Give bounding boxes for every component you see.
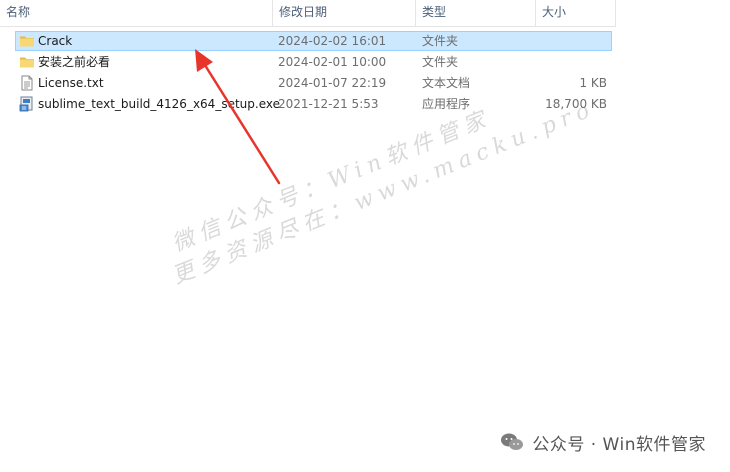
column-header-date-label: 修改日期	[279, 5, 328, 19]
column-header-size-label: 大小	[542, 5, 567, 19]
column-header-size[interactable]: 大小	[536, 0, 615, 26]
file-date: 2024-02-01 10:00	[278, 55, 387, 69]
file-size: 1 KB	[579, 76, 607, 90]
file-name: License.txt	[38, 76, 104, 90]
column-header: 名称 ˆ 修改日期 类型 大小	[0, 0, 616, 27]
file-date: 2024-02-02 16:01	[278, 34, 387, 48]
file-size: 18,700 KB	[545, 97, 607, 111]
file-name: Crack	[38, 34, 73, 48]
file-row-setup-exe[interactable]: sublime_text_build_4126_x64_setup.exe 20…	[15, 94, 612, 114]
watermark-line-2: 更多资源尽在：www.macku.pro	[168, 96, 599, 290]
file-type: 应用程序	[422, 97, 471, 111]
folder-icon	[20, 36, 34, 47]
file-row-license[interactable]: License.txt 2024-01-07 22:19 文本文档 1 KB	[15, 73, 612, 93]
folder-icon	[20, 57, 34, 68]
file-type: 文件夹	[422, 55, 459, 69]
sort-caret-icon: ˆ	[136, 0, 141, 5]
installer-icon	[19, 96, 33, 112]
file-date: 2021-12-21 5:53	[278, 97, 379, 111]
brand-text: 公众号 · Win软件管家	[532, 434, 706, 455]
file-explorer-window: 名称 ˆ 修改日期 类型 大小 Crack 2024-02-02 16:01 文…	[0, 0, 730, 472]
column-header-type[interactable]: 类型	[416, 0, 535, 26]
file-row-read-before-install[interactable]: 安装之前必看 2024-02-01 10:00 文件夹	[15, 52, 612, 72]
wechat-icon	[501, 433, 524, 450]
file-type: 文件夹	[422, 34, 459, 48]
file-date: 2024-01-07 22:19	[278, 76, 387, 90]
column-header-date[interactable]: 修改日期	[273, 0, 415, 26]
file-row-crack[interactable]: Crack 2024-02-02 16:01 文件夹	[15, 31, 612, 51]
file-name: 安装之前必看	[38, 55, 111, 69]
column-divider[interactable]	[615, 0, 616, 26]
column-header-type-label: 类型	[422, 5, 447, 19]
file-type: 文本文档	[422, 76, 471, 90]
text-file-icon	[21, 75, 33, 91]
file-name: sublime_text_build_4126_x64_setup.exe	[38, 97, 280, 111]
brand-footer: 公众号 · Win软件管家	[500, 429, 706, 455]
column-header-name-label: 名称	[6, 5, 31, 19]
